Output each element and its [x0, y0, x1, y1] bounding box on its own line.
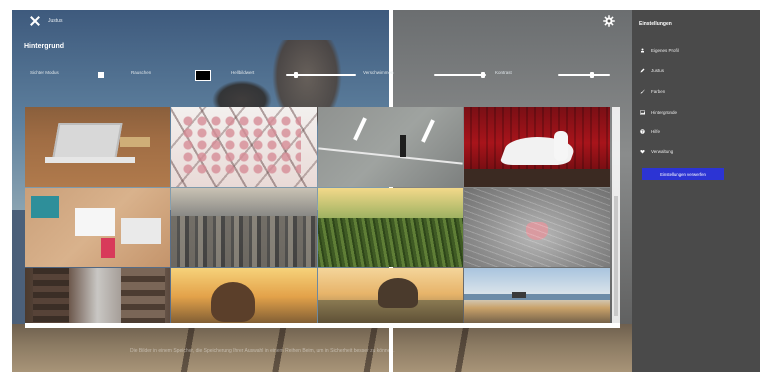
- panel-title: Hintergrund: [24, 43, 65, 50]
- sidebar-item-label: Verwaltung: [651, 149, 674, 154]
- footer-hint: Die Bilder in einem Speicher, die Speich…: [130, 348, 395, 354]
- gallery-tile[interactable]: [171, 268, 317, 325]
- gallery-tile[interactable]: [171, 107, 317, 187]
- background-controls: Sichter Modus Rauschen Hellbildwert Vers…: [30, 70, 620, 82]
- gallery-tile[interactable]: [25, 188, 170, 267]
- sidebar-title: Einstellungen: [639, 21, 672, 27]
- sidebar-item-label: Hilfe: [651, 129, 661, 134]
- heart-icon: [640, 149, 645, 154]
- sidebar-item-colors[interactable]: Farben: [640, 89, 665, 94]
- sidebar-item-label: Farben: [651, 89, 666, 94]
- sidebar-item-label: Hintergründe: [651, 110, 678, 115]
- gallery-tile[interactable]: [318, 188, 463, 267]
- sidebar-item-justus[interactable]: Justus: [640, 68, 664, 73]
- pencil-icon: [640, 68, 645, 73]
- color-swatch[interactable]: [195, 70, 211, 81]
- sidebar-item-help[interactable]: Hilfe: [640, 129, 660, 134]
- slider-thumb[interactable]: [294, 72, 298, 78]
- scrollbar-thumb[interactable]: [614, 196, 618, 316]
- brightness-slider[interactable]: [286, 72, 356, 78]
- gallery-bottom-bar: [25, 323, 620, 328]
- discard-settings-button[interactable]: Einstellungen verwerfen: [642, 168, 724, 180]
- close-label[interactable]: Justus: [48, 18, 62, 24]
- sidebar-item-backgrounds[interactable]: Hintergründe: [640, 110, 677, 115]
- dark-mode-checkbox[interactable]: [98, 72, 104, 78]
- sidebar-item-label: Justus: [651, 68, 665, 73]
- image-icon: [640, 110, 645, 115]
- app-window: Justus Hintergrund Sichter Modus Rausche…: [0, 0, 760, 372]
- settings-sidebar: Einstellungen Eigenes Profil Justus Farb…: [632, 10, 760, 372]
- gallery-tile[interactable]: [464, 107, 610, 187]
- top-bar: Justus: [30, 16, 62, 26]
- person-icon: [641, 48, 644, 53]
- gallery-tile[interactable]: [25, 268, 170, 325]
- gallery-tile[interactable]: [318, 107, 463, 187]
- control-brightness: Hellbildwert: [231, 70, 254, 75]
- gallery-tile[interactable]: [25, 107, 170, 187]
- help-icon: [640, 129, 645, 134]
- control-label: Rauschen: [131, 70, 152, 75]
- slider-thumb[interactable]: [481, 72, 485, 78]
- control-contrast: Kontrast: [495, 70, 512, 75]
- control-blur: Verschwimmen: [363, 70, 394, 75]
- control-label: Hellbildwert: [231, 70, 255, 75]
- sidebar-item-admin[interactable]: Verwaltung: [640, 149, 673, 154]
- control-label: Sichter Modus: [30, 70, 59, 75]
- control-dark-mode: Sichter Modus: [30, 70, 59, 75]
- control-label: Verschwimmen: [363, 70, 394, 75]
- control-noise: Rauschen: [131, 70, 151, 75]
- gear-icon[interactable]: [603, 15, 615, 27]
- contrast-slider[interactable]: [558, 72, 610, 78]
- gallery-tile[interactable]: [464, 268, 610, 325]
- control-label: Kontrast: [495, 70, 512, 75]
- sidebar-item-profile[interactable]: Eigenes Profil: [640, 48, 679, 53]
- gallery-tile[interactable]: [464, 188, 610, 267]
- close-icon[interactable]: [30, 16, 40, 26]
- sidebar-item-label: Eigenes Profil: [651, 48, 679, 53]
- gallery-tile[interactable]: [318, 268, 463, 325]
- gallery-tile[interactable]: [171, 188, 317, 267]
- image-gallery: [25, 107, 620, 325]
- brush-icon: [640, 89, 645, 94]
- blur-slider[interactable]: [434, 72, 486, 78]
- slider-thumb[interactable]: [590, 72, 594, 78]
